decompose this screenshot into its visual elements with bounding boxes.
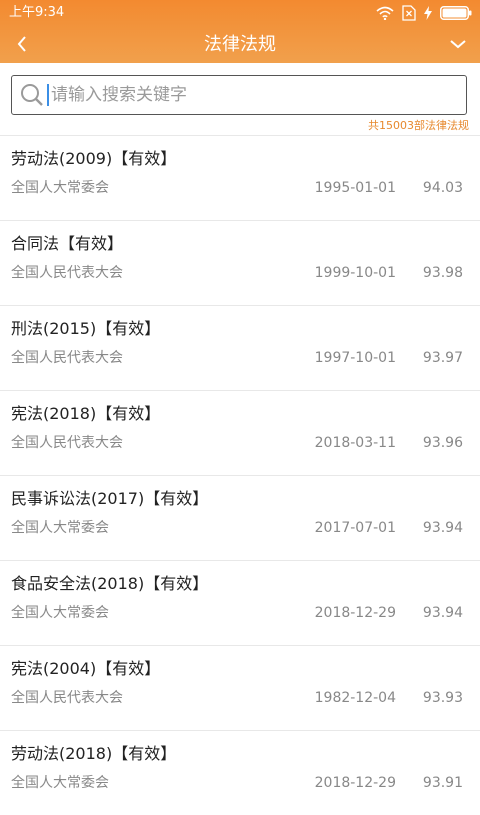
law-issuer: 全国人大常委会 bbox=[11, 180, 109, 196]
law-date: 1997-10-01 bbox=[314, 350, 396, 366]
menu-dropdown-button[interactable] bbox=[444, 30, 472, 58]
law-score: 93.93 bbox=[422, 690, 463, 706]
chevron-down-icon bbox=[450, 40, 466, 49]
law-score: 93.98 bbox=[422, 265, 463, 281]
search-box[interactable] bbox=[11, 75, 467, 115]
law-score: 93.97 bbox=[422, 350, 463, 366]
law-date: 1995-01-01 bbox=[314, 180, 396, 196]
list-item[interactable]: 合同法【有效】 全国人民代表大会 1999-10-01 93.98 bbox=[0, 220, 480, 305]
list-item[interactable]: 劳动法(2009)【有效】 全国人大常委会 1995-01-01 94.03 bbox=[0, 135, 480, 220]
page-title: 法律法规 bbox=[204, 34, 276, 55]
law-date: 1999-10-01 bbox=[314, 265, 396, 281]
law-issuer: 全国人大常委会 bbox=[11, 775, 109, 791]
battery-icon bbox=[440, 6, 472, 20]
law-date: 1982-12-04 bbox=[314, 690, 396, 706]
wifi-icon bbox=[376, 6, 394, 20]
status-icons bbox=[368, 5, 472, 21]
app-header: 上午9:34 法律法规 bbox=[0, 0, 480, 63]
chevron-left-icon bbox=[17, 36, 26, 52]
law-date: 2018-12-29 bbox=[314, 605, 396, 621]
list-item[interactable]: 宪法(2018)【有效】 全国人民代表大会 2018-03-11 93.96 bbox=[0, 390, 480, 475]
back-button[interactable] bbox=[8, 30, 36, 58]
law-title: 劳动法(2018)【有效】 bbox=[11, 744, 177, 763]
law-score: 93.91 bbox=[422, 775, 463, 791]
law-date: 2017-07-01 bbox=[314, 520, 396, 536]
list-item[interactable]: 刑法(2015)【有效】 全国人民代表大会 1997-10-01 93.97 bbox=[0, 305, 480, 390]
law-issuer: 全国人大常委会 bbox=[11, 605, 109, 621]
law-issuer: 全国人民代表大会 bbox=[11, 690, 123, 706]
law-score: 93.94 bbox=[422, 605, 463, 621]
law-title: 宪法(2018)【有效】 bbox=[11, 404, 161, 423]
sim-error-icon bbox=[402, 5, 416, 21]
law-title: 宪法(2004)【有效】 bbox=[11, 659, 161, 678]
law-title: 刑法(2015)【有效】 bbox=[11, 319, 161, 338]
total-count-label: 共15003部法律法规 bbox=[368, 119, 469, 132]
title-bar: 法律法规 bbox=[0, 26, 480, 63]
law-title: 民事诉讼法(2017)【有效】 bbox=[11, 489, 209, 508]
list-item[interactable]: 劳动法(2018)【有效】 全国人大常委会 2018-12-29 93.91 bbox=[0, 730, 480, 815]
law-date: 2018-03-11 bbox=[314, 435, 396, 451]
law-title: 合同法【有效】 bbox=[11, 234, 124, 253]
law-issuer: 全国人民代表大会 bbox=[11, 265, 123, 281]
status-time: 上午9:34 bbox=[9, 5, 65, 20]
law-list: 劳动法(2009)【有效】 全国人大常委会 1995-01-01 94.03 合同法【有… bbox=[0, 135, 480, 815]
charging-icon bbox=[424, 6, 432, 20]
law-score: 93.94 bbox=[422, 520, 463, 536]
search-input[interactable] bbox=[49, 77, 466, 113]
law-title: 食品安全法(2018)【有效】 bbox=[11, 574, 209, 593]
law-score: 94.03 bbox=[422, 180, 463, 196]
law-issuer: 全国人民代表大会 bbox=[11, 350, 123, 366]
law-date: 2018-12-29 bbox=[314, 775, 396, 791]
list-item[interactable]: 食品安全法(2018)【有效】 全国人大常委会 2018-12-29 93.94 bbox=[0, 560, 480, 645]
law-issuer: 全国人大常委会 bbox=[11, 520, 109, 536]
law-title: 劳动法(2009)【有效】 bbox=[11, 149, 177, 168]
list-item[interactable]: 民事诉讼法(2017)【有效】 全国人大常委会 2017-07-01 93.94 bbox=[0, 475, 480, 560]
list-item[interactable]: 宪法(2004)【有效】 全国人民代表大会 1982-12-04 93.93 bbox=[0, 645, 480, 730]
law-score: 93.96 bbox=[422, 435, 463, 451]
law-issuer: 全国人民代表大会 bbox=[11, 435, 123, 451]
search-icon bbox=[18, 81, 46, 109]
status-bar: 上午9:34 bbox=[0, 0, 480, 26]
